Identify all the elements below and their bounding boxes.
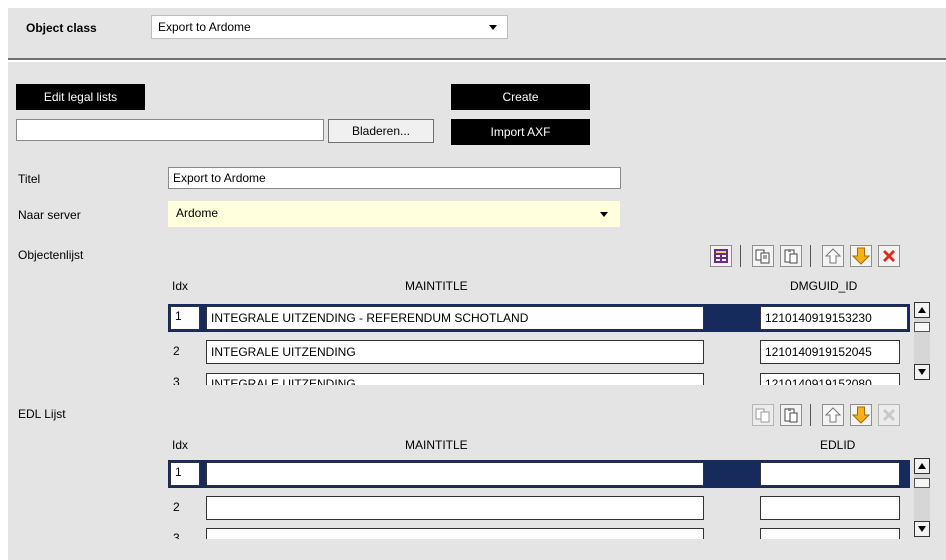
- object-class-select[interactable]: Export to Ardome: [151, 15, 508, 39]
- row-dmguid[interactable]: 1210140919152080: [760, 373, 900, 385]
- row-idx: 3: [173, 375, 180, 385]
- row-dmguid[interactable]: 1210140919153230: [760, 306, 908, 330]
- table-row[interactable]: 3: [168, 525, 908, 539]
- row-idx[interactable]: 1: [170, 462, 200, 486]
- row-edlid[interactable]: [760, 528, 900, 539]
- server-value: Ardome: [176, 206, 219, 220]
- row-idx: 2: [173, 500, 180, 514]
- scroll-down-icon[interactable]: [914, 364, 930, 380]
- row-maintitle[interactable]: INTEGRALE UITZENDING - REFERENDUM SCHOTL…: [206, 306, 704, 330]
- arrow-down-icon[interactable]: [850, 245, 872, 267]
- scroll-up-icon[interactable]: [914, 458, 930, 474]
- col-maintitle-header: MAINTITLE: [405, 438, 468, 452]
- toolbar-separator: [810, 245, 811, 267]
- arrow-up-icon[interactable]: [822, 245, 844, 267]
- scroll-thumb[interactable]: [914, 322, 930, 332]
- row-idx: 2: [173, 344, 180, 358]
- create-button[interactable]: Create: [451, 84, 590, 110]
- col-dmguid-header: DMGUID_ID: [790, 279, 858, 293]
- objectenlijst-label: Objectenlijst: [18, 248, 84, 262]
- paste-icon[interactable]: [780, 245, 802, 267]
- row-maintitle[interactable]: [206, 462, 704, 486]
- toolbar-separator: [810, 404, 811, 426]
- row-maintitle[interactable]: INTEGRALE UITZENDING: [206, 340, 704, 364]
- toolbar-separator: [740, 245, 741, 267]
- row-maintitle[interactable]: INTEGRALE UITZENDING: [206, 373, 704, 385]
- arrow-down-icon[interactable]: [850, 404, 872, 426]
- row-idx[interactable]: 1: [170, 306, 200, 330]
- server-select[interactable]: Ardome: [168, 201, 620, 227]
- edit-legal-lists-button[interactable]: Edit legal lists: [16, 84, 145, 110]
- import-axf-button[interactable]: Import AXF: [451, 119, 590, 145]
- edl-lijst-label: EDL Lijst: [18, 407, 66, 421]
- delete-icon[interactable]: [878, 245, 900, 267]
- object-class-label: Object class: [26, 21, 97, 35]
- scroll-up-icon[interactable]: [914, 302, 930, 318]
- row-dmguid[interactable]: 1210140919152045: [760, 340, 900, 364]
- arrow-up-icon[interactable]: [822, 404, 844, 426]
- file-path-input[interactable]: [16, 119, 324, 141]
- chevron-down-icon: [600, 212, 608, 217]
- object-class-value: Export to Ardome: [158, 20, 251, 34]
- col-edlid-header: EDLID: [820, 438, 856, 452]
- copy-icon[interactable]: [752, 245, 774, 267]
- row-edlid[interactable]: [760, 496, 900, 520]
- table-row[interactable]: 3 INTEGRALE UITZENDING 1210140919152080: [168, 369, 908, 385]
- col-idx-header: Idx: [172, 438, 189, 452]
- browse-button[interactable]: Bladeren...: [328, 119, 434, 143]
- copy-icon[interactable]: [752, 404, 774, 426]
- scroll-down-icon[interactable]: [914, 521, 930, 537]
- row-idx: 3: [173, 531, 180, 539]
- table-icon[interactable]: [710, 245, 732, 267]
- chevron-down-icon: [489, 25, 497, 30]
- server-label: Naar server: [18, 208, 81, 222]
- titel-input[interactable]: Export to Ardome: [168, 167, 621, 189]
- titel-label: Titel: [18, 172, 41, 186]
- col-maintitle-header: MAINTITLE: [405, 279, 468, 293]
- row-maintitle[interactable]: [206, 496, 704, 520]
- scroll-thumb[interactable]: [914, 478, 930, 488]
- delete-icon[interactable]: [878, 404, 900, 426]
- row-maintitle[interactable]: [206, 528, 704, 539]
- paste-icon[interactable]: [780, 404, 802, 426]
- row-edlid[interactable]: [760, 462, 900, 486]
- col-idx-header: Idx: [172, 279, 189, 293]
